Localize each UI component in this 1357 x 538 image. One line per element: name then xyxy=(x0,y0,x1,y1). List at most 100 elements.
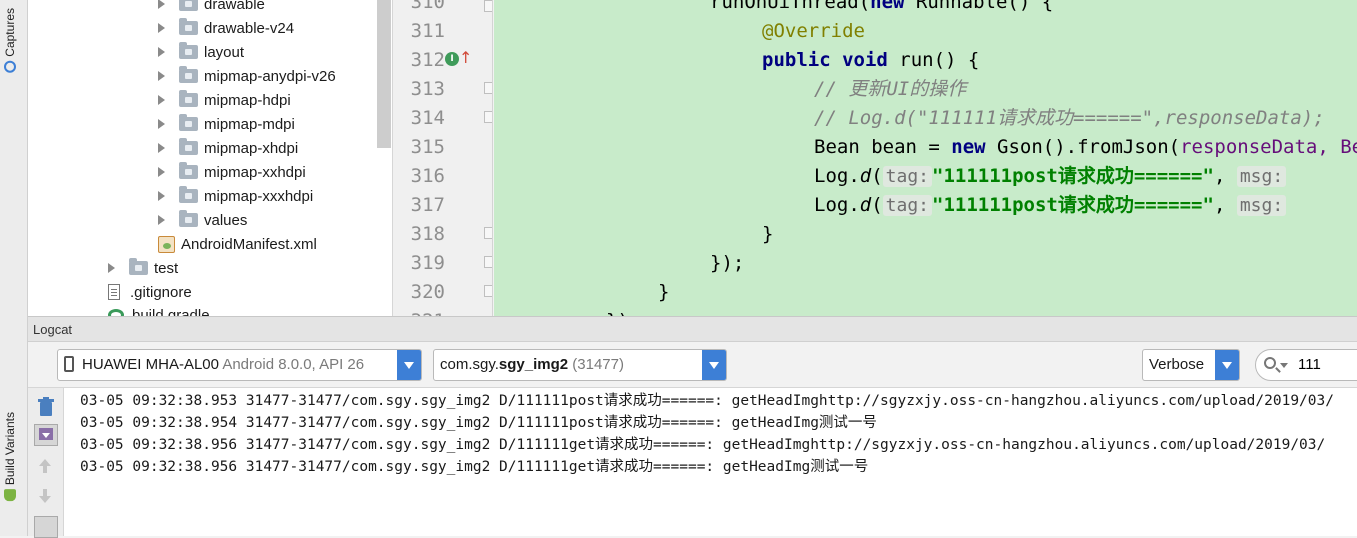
logcat-output[interactable]: 03-05 09:32:38.953 31477-31477/com.sgy.s… xyxy=(64,388,1357,536)
code-editor[interactable]: runOnUiThread(new Runnable() { @Override… xyxy=(494,0,1357,316)
device-name: HUAWEI MHA-AL00 xyxy=(82,356,219,373)
code-token: Gson().fromJson( xyxy=(985,136,1181,158)
folder-icon xyxy=(179,18,198,35)
line-number: 314 xyxy=(410,107,445,129)
expand-arrow-icon[interactable] xyxy=(158,167,165,177)
tree-item-gitignore[interactable]: .gitignore xyxy=(108,280,192,304)
code-token: Runnable() { xyxy=(904,0,1054,13)
tree-item-label: mipmap-anydpi-v26 xyxy=(204,67,336,85)
chevron-down-icon[interactable] xyxy=(702,350,726,380)
tree-item-mipmap-xhdpi[interactable]: mipmap-xhdpi xyxy=(158,136,298,160)
line-number: 312 xyxy=(410,49,445,71)
expand-arrow-icon[interactable] xyxy=(158,95,165,105)
manifest-xml-icon xyxy=(158,235,175,253)
code-token: runOnUiThread( xyxy=(710,0,871,13)
expand-arrow-icon[interactable] xyxy=(158,71,165,81)
code-line-319: }); xyxy=(710,252,745,274)
process-selector[interactable]: com.sgy.sgy_img2 (31477) xyxy=(433,349,727,381)
line-number: 310 xyxy=(410,0,445,13)
expand-arrow-icon[interactable] xyxy=(158,191,165,201)
soft-wrap-icon[interactable] xyxy=(34,516,58,538)
code-line-320: } xyxy=(658,281,670,303)
tree-item-mipmap-hdpi[interactable]: mipmap-hdpi xyxy=(158,88,291,112)
tree-item-mipmap-mdpi[interactable]: mipmap-mdpi xyxy=(158,112,295,136)
line-number: 311 xyxy=(410,20,445,42)
tree-item-android-manifest[interactable]: AndroidManifest.xml xyxy=(158,232,317,256)
expand-arrow-icon[interactable] xyxy=(108,263,115,273)
log-line: 03-05 09:32:38.954 31477-31477/com.sgy.s… xyxy=(80,415,877,431)
line-number: 318 xyxy=(410,223,445,245)
tree-item-mipmap-xxxhdpi[interactable]: mipmap-xxxhdpi xyxy=(158,184,313,208)
code-line-314: // Log.d("111111请求成功======",responseData… xyxy=(814,107,1325,129)
tree-item-mipmap-xxhdpi[interactable]: mipmap-xxhdpi xyxy=(158,160,306,184)
tree-item-test[interactable]: test xyxy=(108,256,178,280)
log-level-selector[interactable]: Verbose xyxy=(1142,349,1240,381)
code-line-310: runOnUiThread(new Runnable() { xyxy=(710,0,1053,17)
editor-gutter: 310 311 312 313 314 315 316 317 318 319 … xyxy=(393,0,493,316)
tree-item-values[interactable]: values xyxy=(158,208,247,232)
line-number: 313 xyxy=(410,78,445,100)
tree-item-drawable-v24[interactable]: drawable-v24 xyxy=(158,16,294,40)
tree-item-mipmap-anydpi-v26[interactable]: mipmap-anydpi-v26 xyxy=(158,64,336,88)
folder-icon xyxy=(129,258,148,275)
search-options-chevron-icon[interactable] xyxy=(1280,363,1288,368)
folder-icon xyxy=(179,210,198,227)
device-selector[interactable]: HUAWEI MHA-AL00 Android 8.0.0, API 26 xyxy=(57,349,422,381)
logcat-search-input[interactable]: 111 xyxy=(1255,349,1357,381)
expand-arrow-icon[interactable] xyxy=(158,47,165,57)
tree-item-label: .gitignore xyxy=(130,283,192,301)
expand-arrow-icon[interactable] xyxy=(158,215,165,225)
fold-marker-icon[interactable] xyxy=(484,82,492,94)
tree-item-label: values xyxy=(204,211,248,229)
code-token: Log. xyxy=(814,165,860,187)
line-number: 319 xyxy=(410,252,445,274)
parameter-hint: tag: xyxy=(882,195,933,216)
package-name: sgy_img2 xyxy=(498,356,569,373)
build-variants-tab[interactable]: Build Variants xyxy=(3,412,17,502)
fold-marker-icon[interactable] xyxy=(484,285,492,297)
code-line-321: }); xyxy=(606,307,640,316)
captures-tab[interactable]: Captures xyxy=(3,8,17,73)
fold-marker-icon[interactable] xyxy=(484,111,492,123)
code-line-311: @Override xyxy=(762,20,865,42)
code-token: , xyxy=(1213,165,1237,187)
tree-scrollbar[interactable] xyxy=(377,0,391,148)
log-level-value: Verbose xyxy=(1149,356,1205,373)
left-tool-strip: Captures Build Variants xyxy=(0,0,28,536)
override-up-arrow-icon[interactable]: ↑ xyxy=(459,48,472,68)
fold-marker-icon[interactable] xyxy=(484,227,492,239)
android-icon xyxy=(4,489,16,502)
tree-item-layout[interactable]: layout xyxy=(158,40,244,64)
code-method: d xyxy=(859,165,872,187)
expand-arrow-icon[interactable] xyxy=(158,119,165,129)
clear-logcat-trash-icon[interactable] xyxy=(34,396,58,418)
code-token: Log. xyxy=(814,194,860,216)
expand-arrow-icon[interactable] xyxy=(158,0,165,9)
folder-icon xyxy=(179,90,198,107)
log-line: 03-05 09:32:38.956 31477-31477/com.sgy.s… xyxy=(80,437,1326,453)
expand-arrow-icon[interactable] xyxy=(158,23,165,33)
code-token: Bean bean = xyxy=(814,136,952,158)
chevron-down-icon[interactable] xyxy=(1215,350,1239,380)
folder-icon xyxy=(179,138,198,155)
code-keyword: new xyxy=(951,136,986,158)
search-query: 111 xyxy=(1298,356,1321,373)
up-arrow-icon[interactable] xyxy=(34,456,58,478)
search-icon xyxy=(1264,357,1276,369)
expand-arrow-icon[interactable] xyxy=(158,143,165,153)
code-string: "111111post请求成功======" xyxy=(932,194,1214,216)
tree-item-drawable[interactable]: drawable xyxy=(158,0,265,16)
fold-marker-icon[interactable] xyxy=(484,256,492,268)
tree-item-build-gradle[interactable]: build.gradle xyxy=(108,303,210,316)
scroll-to-end-icon[interactable] xyxy=(34,424,58,446)
code-token: run() { xyxy=(887,49,980,71)
code-string: "111111post请求成功======" xyxy=(932,165,1214,187)
fold-marker-icon[interactable] xyxy=(484,0,492,12)
code-line-315: Bean bean = new Gson().fromJson(response… xyxy=(814,133,1357,162)
implements-method-icon[interactable]: I xyxy=(445,52,459,66)
down-arrow-icon[interactable] xyxy=(34,486,58,508)
device-detail: Android 8.0.0, API 26 xyxy=(222,356,365,373)
chevron-down-icon[interactable] xyxy=(397,350,421,380)
gradle-icon xyxy=(108,309,124,316)
code-token: ( xyxy=(871,165,883,187)
